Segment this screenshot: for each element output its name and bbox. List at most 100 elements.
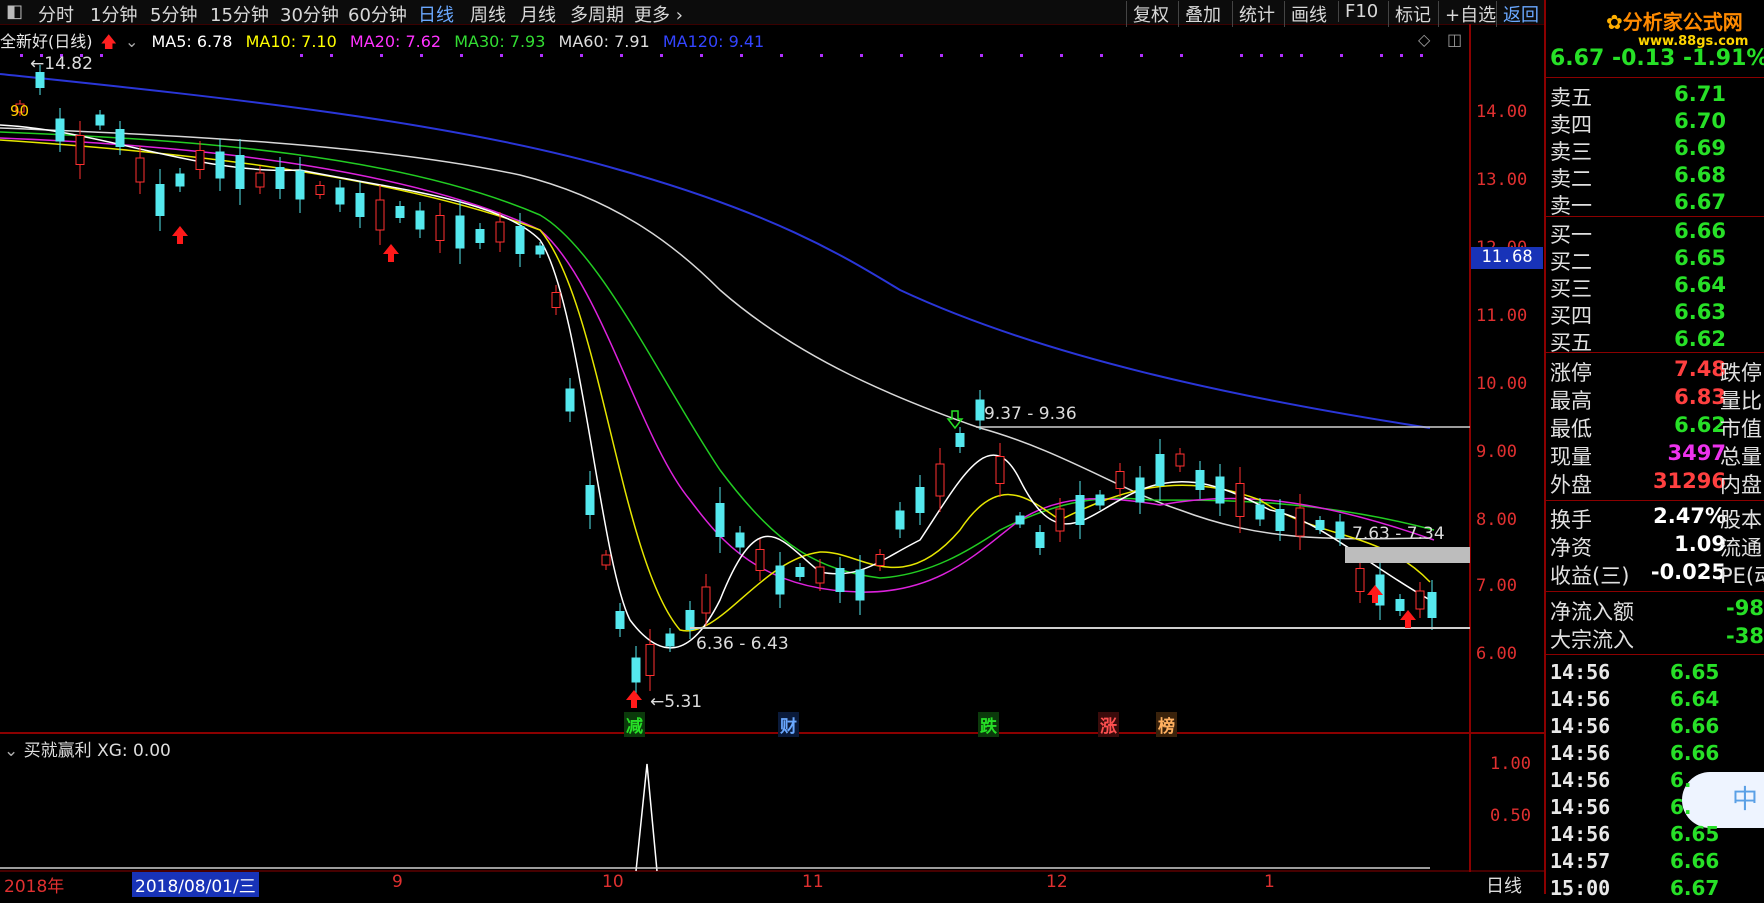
candle-body: [1295, 507, 1305, 537]
candle-body: [755, 549, 765, 571]
xg-signal-line: [635, 763, 658, 872]
divider: [1544, 500, 1764, 501]
y-tick: 8.00: [1476, 510, 1517, 530]
candle-body: [995, 456, 1005, 484]
candle-body: [601, 554, 611, 566]
event-marker[interactable]: 榜: [1156, 712, 1177, 737]
candle-body: [1315, 520, 1325, 530]
bid-row[interactable]: 买五 6.62: [1550, 327, 1764, 355]
candle-body: [1115, 471, 1125, 489]
event-marker[interactable]: 财: [778, 712, 799, 737]
tick-time: 14:56: [1550, 660, 1611, 684]
tick-row: 14:56 6.66: [1550, 741, 1764, 768]
chevron-down-icon[interactable]: ⌄: [4, 741, 18, 761]
signal-dot: [1280, 54, 1283, 57]
bid-row[interactable]: 买一 6.66: [1550, 219, 1764, 247]
candle-body: [551, 292, 561, 308]
signal-dot: [900, 54, 903, 57]
candle-body: [775, 565, 785, 595]
ma10-line: [0, 139, 1431, 632]
tick-price: 6.66: [1670, 849, 1720, 873]
ask-row[interactable]: 卖五 6.71: [1550, 82, 1764, 110]
period-footer-label: 日线: [1486, 876, 1522, 897]
ask-price: 6.69: [1674, 136, 1726, 160]
candle-body: [1095, 494, 1105, 506]
y-tick: 9.00: [1476, 442, 1517, 462]
bid-row[interactable]: 买四 6.63: [1550, 300, 1764, 328]
flow-value: -38: [1726, 624, 1764, 648]
y-tick: 6.00: [1476, 644, 1517, 664]
arrow-up-icon: [1400, 610, 1416, 628]
signal-dot: [1380, 54, 1383, 57]
candle-body: [1335, 521, 1345, 539]
candle-body: [495, 221, 505, 243]
stat-label: 最高: [1550, 389, 1592, 413]
bid-row[interactable]: 买三 6.64: [1550, 273, 1764, 301]
candle-body: [955, 433, 965, 447]
tick-time: 15:00: [1550, 876, 1611, 900]
bid-price: 6.65: [1674, 246, 1726, 270]
candle-body: [795, 567, 805, 577]
range-right-label: 7.63 - 7.34: [1352, 524, 1445, 544]
y-tick: 14.00: [1476, 102, 1528, 122]
candle-body: [915, 487, 925, 513]
candle-body: [475, 229, 485, 243]
signal-dot: [1260, 54, 1263, 57]
bid-row[interactable]: 买二 6.65: [1550, 246, 1764, 274]
stat-row: 涨停 7.48 跌停: [1550, 357, 1764, 385]
stat-row: 收益(三) -0.025 PE(动: [1550, 560, 1764, 588]
ask-label: 卖三: [1550, 140, 1592, 164]
candle-body: [701, 586, 711, 614]
ask-row[interactable]: 卖四 6.70: [1550, 109, 1764, 137]
sub-y-tick: 1.00: [1490, 754, 1531, 774]
ask-row[interactable]: 卖一 6.67: [1550, 190, 1764, 218]
signal-dot: [20, 54, 23, 57]
candle-body: [685, 610, 695, 630]
stat-value: 3497: [1667, 441, 1726, 465]
high-label: ←14.82: [30, 54, 93, 74]
stat-row: 外盘 31296 内盘: [1550, 469, 1764, 497]
candle-body: [75, 135, 85, 165]
candle-body: [395, 206, 405, 218]
divider: [1544, 654, 1764, 655]
candle-body: [535, 245, 545, 255]
stat-row: 现量 3497 总量: [1550, 441, 1764, 469]
ask-price: 6.67: [1674, 190, 1726, 214]
candle-body: [355, 193, 365, 217]
signal-dot: [500, 54, 503, 57]
candle-body: [515, 226, 525, 254]
event-marker[interactable]: 跌: [978, 712, 999, 737]
bid-label: 买一: [1550, 223, 1592, 247]
tick-row: 14:56 6.66: [1550, 714, 1764, 741]
ask-row[interactable]: 卖二 6.68: [1550, 163, 1764, 191]
price-chart[interactable]: [0, 0, 1544, 894]
y-tick: 7.00: [1476, 576, 1517, 596]
flow-row: 净流入额 -98: [1550, 596, 1764, 624]
stat-extra: 市值: [1720, 417, 1762, 441]
event-marker[interactable]: 减: [624, 712, 645, 737]
candle-body: [1055, 508, 1065, 532]
bid-label: 买五: [1550, 331, 1592, 355]
candle-body: [835, 568, 845, 592]
candle-body: [895, 510, 905, 530]
signal-dots: [20, 54, 1423, 57]
candle-body: [1235, 483, 1245, 517]
ask-row[interactable]: 卖三 6.69: [1550, 136, 1764, 164]
bid-label: 买二: [1550, 250, 1592, 274]
last-price-line: 6.67 -0.13 -1.91%: [1550, 46, 1764, 71]
indicator-header: ⌄ 买就赢利 XG: 0.00: [4, 736, 171, 761]
event-marker[interactable]: 涨: [1098, 712, 1119, 737]
candle-body: [875, 554, 885, 566]
candle-body: [585, 485, 595, 515]
candle-body: [1427, 592, 1437, 618]
arrow-left-icon: ←: [30, 54, 45, 74]
arrow-up-icon: [626, 690, 642, 708]
flow-row: 大宗流入 -38: [1550, 624, 1764, 652]
ask-label: 卖一: [1550, 194, 1592, 218]
tick-row: 14:56 6.65: [1550, 660, 1764, 687]
candle-body: [1175, 453, 1185, 467]
tick-price: 6.67: [1670, 876, 1720, 900]
x-label: 9: [392, 872, 403, 892]
stat-row: 净资 1.09 流通: [1550, 532, 1764, 560]
candle-body: [1075, 495, 1085, 525]
